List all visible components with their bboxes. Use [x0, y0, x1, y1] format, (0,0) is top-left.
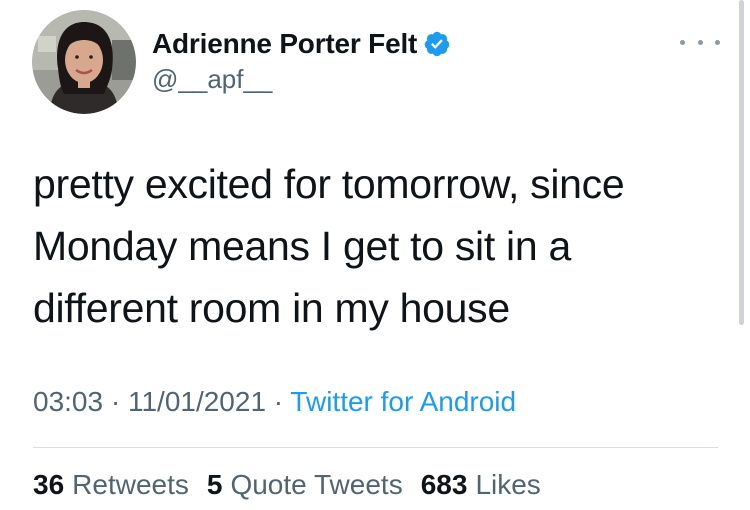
- retweets-count: 36: [33, 469, 65, 500]
- author-name-row[interactable]: Adrienne Porter Felt: [152, 27, 451, 61]
- retweets-stat[interactable]: 36 Retweets: [33, 469, 189, 501]
- tweet-time[interactable]: 03:03: [33, 386, 103, 417]
- quote-tweets-stat[interactable]: 5 Quote Tweets: [207, 469, 403, 501]
- meta-separator: ·: [103, 386, 128, 417]
- tweet-date[interactable]: 11/01/2021: [128, 386, 266, 417]
- verified-badge-icon: [423, 30, 451, 58]
- quote-tweets-count: 5: [206, 469, 223, 500]
- scrollbar[interactable]: [739, 0, 744, 325]
- quote-tweets-label: Quote Tweets: [230, 469, 403, 500]
- more-dot: [680, 39, 685, 45]
- likes-stat[interactable]: 683 Likes: [421, 469, 541, 501]
- tweet-text: pretty excited for tomorrow, since Monda…: [33, 161, 625, 331]
- more-dot: [715, 39, 720, 45]
- author-display-name[interactable]: Adrienne Porter Felt: [152, 28, 417, 60]
- likes-count: 683: [420, 469, 468, 500]
- tweet-detail: Adrienne Porter Felt @__apf__ pretty exc…: [0, 0, 750, 510]
- avatar-photo: [32, 10, 136, 114]
- more-dot: [697, 39, 703, 45]
- likes-label: Likes: [475, 469, 541, 500]
- meta-separator: ·: [266, 386, 291, 417]
- retweets-label: Retweets: [72, 469, 189, 500]
- avatar[interactable]: [32, 10, 136, 114]
- more-options-icon[interactable]: [680, 30, 720, 54]
- tweet-meta: 03:03 · 11/01/2021 · Twitter for Android: [33, 386, 516, 418]
- divider: [33, 447, 718, 448]
- author-handle[interactable]: @__apf__: [152, 64, 272, 95]
- tweet-source-link[interactable]: Twitter for Android: [290, 386, 516, 417]
- tweet-stats: 36 Retweets 5 Quote Tweets 683 Likes: [33, 469, 541, 501]
